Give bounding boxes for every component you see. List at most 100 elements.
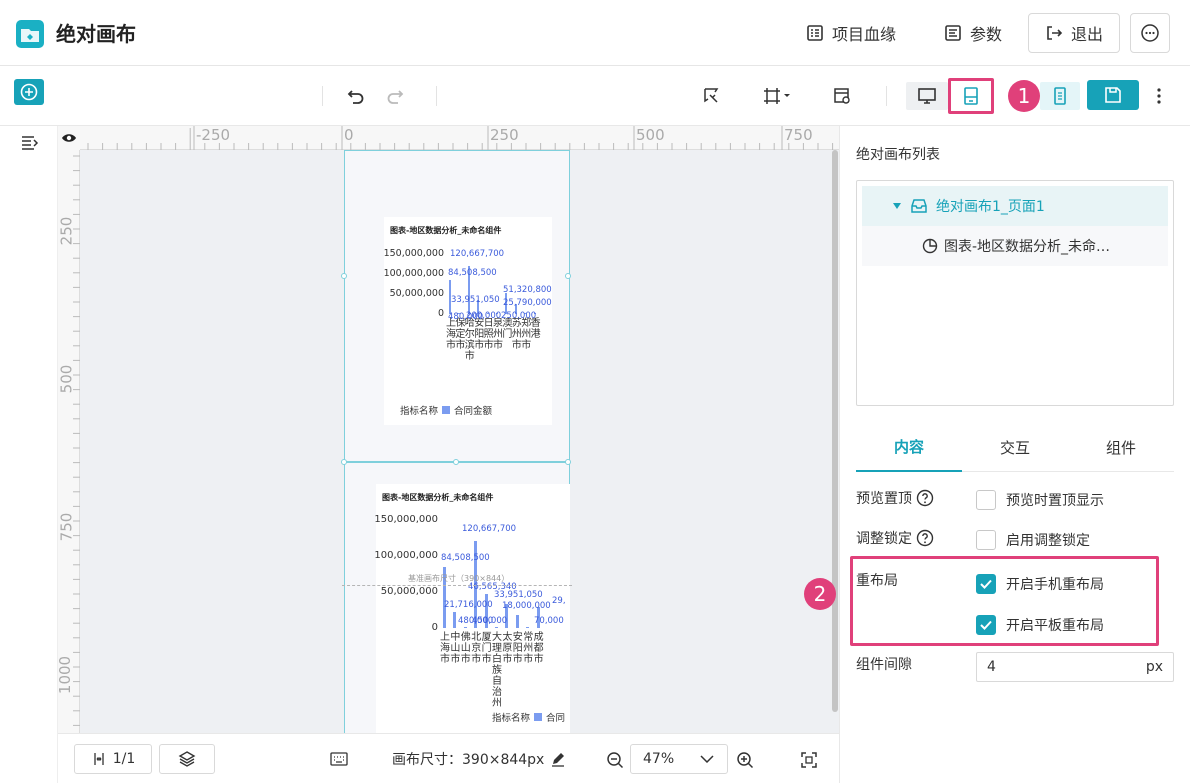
caret-down-icon — [892, 202, 902, 210]
tree-node-page[interactable]: 绝对画布1_页面1 — [862, 186, 1168, 226]
x-tick-label: 常州市 — [523, 632, 534, 665]
zoom-out-button[interactable] — [604, 749, 626, 771]
data-label: 120,667,700 — [450, 249, 505, 259]
app-title: 绝对画布 — [56, 22, 136, 46]
data-label: 70,000 — [534, 616, 564, 626]
x-tick-label: 北京市 — [471, 632, 482, 665]
project-lineage-button[interactable]: 项目血缘 — [806, 13, 896, 53]
monitor-icon — [917, 87, 937, 105]
adjust-lock-label: 调整锁定 — [856, 528, 934, 548]
fit-screen-icon — [800, 751, 818, 769]
canvas-tree: 绝对画布1_页面1 图表-地区数据分析_未命… — [856, 180, 1174, 406]
edit-size-icon[interactable] — [550, 751, 566, 767]
page-count-button[interactable]: 1/1 — [74, 744, 152, 774]
canvas-scrollbar[interactable] — [832, 150, 838, 712]
bar[interactable] — [526, 627, 530, 628]
visibility-toggle[interactable] — [58, 126, 80, 150]
parameters-button[interactable]: 参数 — [944, 13, 1002, 53]
gap-input[interactable]: 4 px — [976, 652, 1174, 682]
mobile-relayout-checkbox[interactable] — [976, 574, 996, 594]
preview-top-checkbox[interactable] — [976, 490, 996, 510]
resize-handle[interactable] — [565, 273, 571, 279]
undo-button[interactable] — [344, 84, 368, 108]
properties-panel: 绝对画布列表 绝对画布1_页面1 图表-地区数据分析_未命… 内容 交互 组件 … — [804, 126, 1190, 783]
data-label: 450,000 — [472, 616, 508, 626]
eye-icon — [61, 132, 77, 144]
zoom-out-icon — [606, 751, 624, 769]
legend-swatch — [442, 406, 451, 414]
layers-icon — [178, 750, 196, 768]
bar-chart-top: 150,000,000 100,000,000 50,000,000 0 上海市 保定市哈… — [384, 217, 552, 425]
vertical-ruler: 250 500 750 1000 — [58, 150, 80, 733]
x-tick-label: 安阳市 — [512, 632, 523, 665]
keyboard-icon — [330, 752, 348, 766]
keyboard-shortcuts-button[interactable] — [328, 750, 350, 768]
bar[interactable] — [463, 627, 467, 628]
data-label: 25,790,000 — [503, 298, 552, 308]
x-tick-label: 香港 — [530, 318, 541, 340]
page-folder-icon — [910, 198, 928, 214]
relayout-label: 重布局 — [856, 573, 898, 589]
gap-label: 组件间隙 — [856, 657, 912, 673]
y-tick-label: 50,000,000 — [380, 586, 438, 597]
layers-button[interactable] — [159, 744, 215, 774]
pie-chart-icon — [922, 238, 938, 254]
preview-top-checkbox-label: 预览时置顶显示 — [1006, 493, 1104, 509]
toolbar-more-button[interactable] — [1150, 84, 1168, 108]
chart-legend: 指标名称 合同 — [492, 713, 566, 724]
add-component-button[interactable] — [14, 79, 44, 105]
chart-component-bottom[interactable]: 图表-地区数据分析_未命名组件 150,000,000 100,000,000 50… — [374, 484, 570, 733]
clear-format-button[interactable] — [700, 84, 724, 108]
help-icon[interactable] — [916, 489, 934, 507]
fit-screen-button[interactable] — [798, 749, 820, 771]
eraser-icon — [702, 86, 722, 106]
outline-toggle-button[interactable] — [16, 130, 42, 154]
exit-button[interactable]: 退出 — [1028, 13, 1120, 53]
x-tick-label: 太原市 — [502, 632, 513, 665]
tab-interaction[interactable]: 交互 — [962, 422, 1068, 472]
canvas-size-display: 画布尺寸：390×844px — [392, 749, 566, 769]
y-tick-label: 150,000,000 — [374, 514, 438, 525]
app-header: 绝对画布 项目血缘 参数 退出 — [0, 0, 1190, 66]
property-tabs: 内容 交互 组件 — [856, 422, 1174, 472]
adjust-lock-checkbox[interactable] — [976, 530, 996, 550]
redo-button[interactable] — [383, 84, 407, 108]
desktop-view-button[interactable] — [906, 82, 948, 110]
tab-content[interactable]: 内容 — [856, 422, 962, 472]
legend-swatch — [534, 713, 543, 721]
data-label: 18,000,000 — [502, 601, 551, 611]
resize-handle[interactable] — [453, 459, 459, 465]
chart-component-top[interactable]: 图表-地区数据分析_未命名组件 150,000,000 100,000,000 50… — [384, 217, 552, 425]
resize-handle[interactable] — [341, 273, 347, 279]
canvas-list-title: 绝对画布列表 — [856, 147, 940, 163]
x-tick-label: 大理白族自治州 — [492, 632, 502, 709]
data-label: 33,951,050 — [451, 295, 500, 305]
resize-handle[interactable] — [341, 459, 347, 465]
tablet-relayout-checkbox[interactable] — [976, 615, 996, 635]
bar[interactable] — [515, 615, 519, 628]
zoom-in-button[interactable] — [734, 749, 756, 771]
data-label: 200,000 — [466, 311, 502, 321]
more-options-button[interactable] — [1130, 13, 1170, 53]
page-settings-button[interactable] — [830, 84, 854, 108]
chevron-down-icon — [699, 754, 715, 764]
bar[interactable] — [495, 627, 498, 628]
save-button[interactable] — [1087, 80, 1139, 110]
zoom-select[interactable]: 47% — [630, 744, 728, 774]
y-tick-label: 0 — [431, 622, 438, 633]
tablet-relayout-label: 开启平板重布局 — [1006, 618, 1104, 634]
help-icon[interactable] — [916, 529, 934, 547]
tree-node-chart[interactable]: 图表-地区数据分析_未命… — [862, 226, 1168, 266]
data-label: 84,508,500 — [441, 553, 490, 563]
plus-circle-icon — [20, 83, 38, 101]
mobile-relayout-label: 开启手机重布局 — [1006, 577, 1104, 593]
align-dropdown-button[interactable] — [760, 84, 794, 108]
tab-component[interactable]: 组件 — [1068, 422, 1174, 472]
data-label: 51,320,800 — [503, 285, 552, 295]
design-canvas[interactable]: -250 0 250 500 750 250 500 750 1000 图表-地… — [58, 126, 839, 733]
resize-handle[interactable] — [565, 459, 571, 465]
bar[interactable] — [453, 612, 457, 628]
y-tick-label: 100,000,000 — [374, 550, 438, 561]
mobile-view-button[interactable] — [1040, 82, 1080, 110]
save-icon — [1103, 85, 1123, 105]
